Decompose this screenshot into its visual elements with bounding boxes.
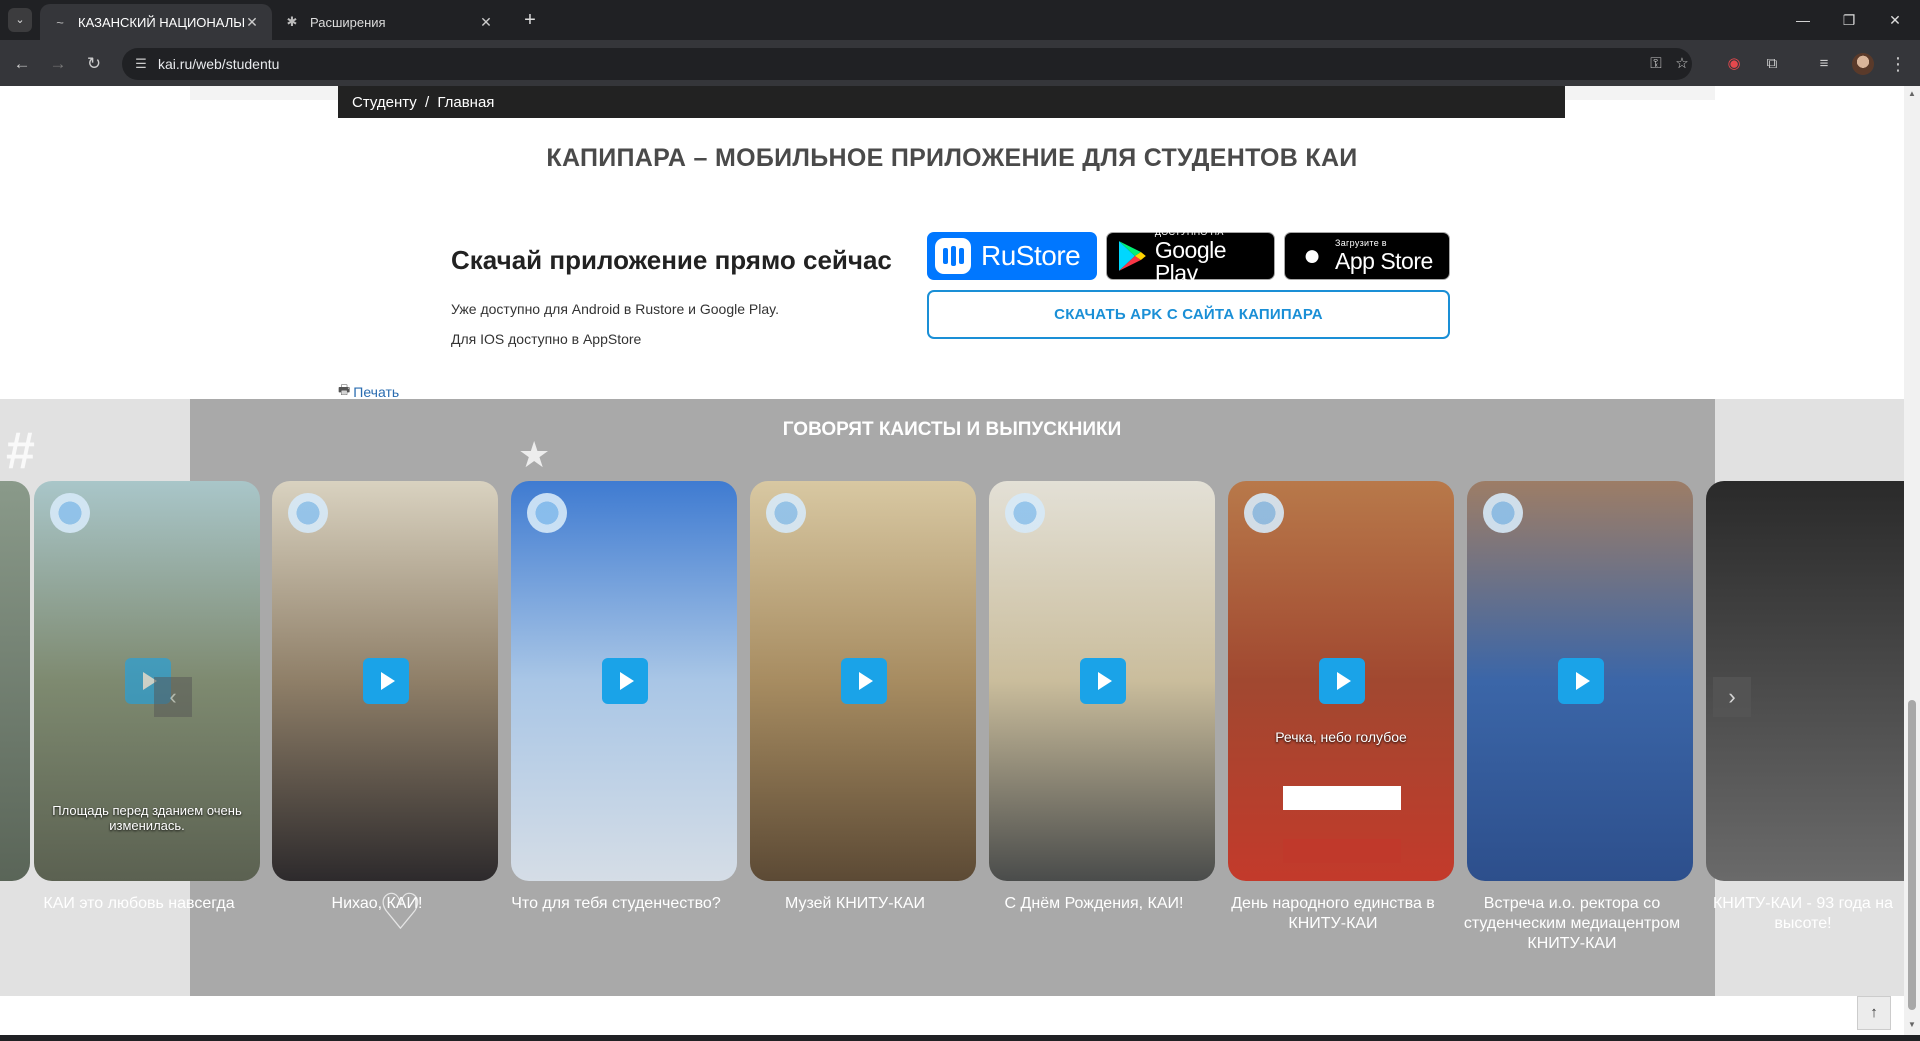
kai-logo-badge-icon [1005, 493, 1045, 533]
video-overlay-text: Площадь перед зданием очень изменилась. [52, 803, 242, 833]
video-card-partial[interactable] [0, 481, 30, 881]
kai-logo-badge-icon [766, 493, 806, 533]
video-card[interactable] [750, 481, 976, 881]
video-caption[interactable]: Встреча и.о. ректора со студенческим мед… [1454, 894, 1690, 954]
video-card[interactable]: Площадь перед зданием очень изменилась. [34, 481, 260, 881]
url-text[interactable]: kai.ru/web/studentu [158, 56, 279, 72]
play-button-icon[interactable] [363, 658, 409, 704]
close-window-button[interactable]: ✕ [1872, 0, 1918, 40]
tab-title: КАЗАНСКИЙ НАЦИОНАЛЬНЫЙ [78, 14, 244, 30]
flag-white-stripe [1283, 786, 1401, 810]
google-play-icon [1118, 241, 1146, 271]
video-caption[interactable]: Музей КНИТУ-КАИ [737, 894, 973, 914]
video-card[interactable] [1467, 481, 1693, 881]
android-availability-text: Уже доступно для Android в Rustore и Goo… [451, 301, 780, 317]
video-caption[interactable]: День народного единства в КНИТУ-КАИ [1215, 894, 1451, 934]
password-key-icon[interactable]: ⚿ [1646, 55, 1666, 73]
site-info-icon[interactable]: ☰ [132, 55, 150, 73]
extension-record-icon[interactable]: ◉ [1720, 50, 1748, 78]
google-play-label: Google Play [1154, 236, 1227, 286]
browser-tab-strip: ⌄ ~ КАЗАНСКИЙ НАЦИОНАЛЬНЫЙ ✕ ✱ Расширени… [0, 0, 1920, 40]
scroll-to-top-button[interactable]: ↑ [1857, 996, 1891, 1030]
tab-kai[interactable]: ~ КАЗАНСКИЙ НАЦИОНАЛЬНЫЙ ✕ [40, 4, 272, 40]
video-card[interactable] [989, 481, 1215, 881]
forward-icon[interactable]: → [44, 50, 72, 78]
media-control-icon[interactable]: ≡ [1810, 50, 1838, 78]
breadcrumb-parent-link[interactable]: Студенту [352, 94, 417, 111]
rustore-logo-icon [935, 238, 971, 274]
bottom-edge [0, 1035, 1920, 1041]
flag-red-stripe [1283, 839, 1401, 863]
video-card[interactable] [272, 481, 498, 881]
puzzle-icon: ✱ [286, 14, 298, 29]
scroll-down-arrow-icon[interactable]: ▼ [1907, 1020, 1917, 1030]
close-tab-icon[interactable]: ✕ [244, 14, 260, 31]
apple-icon: ● [1302, 239, 1322, 272]
download-heading: Скачай приложение прямо сейчас [451, 245, 892, 275]
address-bar[interactable]: ☰ kai.ru/web/studentu ⚿ ☆ [122, 48, 1692, 80]
testimonials-title: ГОВОРЯТ КАИСТЫ И ВЫПУСКНИКИ [782, 419, 1122, 440]
scrollbar-thumb[interactable] [1908, 700, 1916, 1010]
play-button-icon[interactable] [1080, 658, 1126, 704]
restore-button[interactable]: ❐ [1826, 0, 1872, 40]
bookmark-star-icon[interactable]: ☆ [1672, 55, 1692, 73]
app-section-title: КАПИПАРА – МОБИЛЬНОЕ ПРИЛОЖЕНИЕ ДЛЯ СТУД… [546, 144, 1358, 172]
breadcrumb-separator: / [424, 94, 430, 111]
app-store-small-label: Загрузите в [1335, 238, 1387, 248]
play-button-icon[interactable] [841, 658, 887, 704]
play-button-icon[interactable] [1558, 658, 1604, 704]
download-apk-button[interactable]: СКАЧАТЬ APK С САЙТА КАПИПАРА [927, 290, 1450, 339]
minimize-button[interactable]: — [1780, 0, 1826, 40]
kai-favicon-icon: ~ [56, 14, 64, 30]
close-tab-icon[interactable]: ✕ [478, 14, 494, 31]
video-caption[interactable]: Нихао, КАИ! [259, 894, 495, 914]
video-caption[interactable]: КНИТУ-КАИ - 93 года на высоте! [1693, 894, 1904, 934]
video-card[interactable]: Речка, небо голубое [1228, 481, 1454, 881]
scroll-up-arrow-icon[interactable]: ▲ [1907, 89, 1917, 99]
reload-icon[interactable]: ↻ [80, 50, 108, 78]
app-store-label: App Store [1335, 248, 1433, 274]
print-label: Печать [353, 384, 400, 400]
breadcrumb-current: Главная [437, 94, 495, 111]
rustore-label: RuStore [981, 240, 1081, 271]
video-caption[interactable]: Что для тебя студенчество? [498, 894, 734, 914]
video-caption[interactable]: С Днём Рождения, КАИ! [976, 894, 1212, 914]
web-page: Студенту / Главная КАПИПАРА – МОБИЛЬНОЕ … [0, 86, 1904, 1035]
browser-menu-icon[interactable]: ⋮ [1888, 50, 1908, 78]
tab-extensions[interactable]: ✱ Расширения ✕ [272, 4, 506, 40]
extensions-puzzle-icon[interactable]: ⧉ [1758, 50, 1786, 78]
video-overlay-text: Речка, небо голубое [1275, 729, 1407, 745]
slider-next-button[interactable]: › [1713, 677, 1751, 717]
profile-avatar[interactable] [1852, 53, 1874, 75]
testimonials-section: # ★ ♡ ГОВОРЯТ КАИСТЫ И ВЫПУСКНИКИ Площад… [0, 399, 1904, 996]
ios-availability-text: Для IOS доступно в AppStore [451, 331, 642, 347]
play-button-icon[interactable] [1319, 658, 1365, 704]
page-scrollbar[interactable]: ▲ ▼ [1904, 86, 1920, 1035]
back-icon[interactable]: ← [8, 50, 36, 78]
rustore-button[interactable]: RuStore [927, 232, 1097, 280]
play-button-icon[interactable] [602, 658, 648, 704]
kai-logo-badge-icon [1483, 493, 1523, 533]
tab-search-icon[interactable]: ⌄ [8, 8, 32, 32]
kai-logo-badge-icon [527, 493, 567, 533]
new-tab-button[interactable]: + [518, 8, 542, 32]
google-play-button[interactable]: ДОСТУПНО НА Google Play [1106, 227, 1275, 284]
kai-logo-badge-icon [1244, 493, 1284, 533]
google-play-small-label: ДОСТУПНО НА [1154, 226, 1224, 237]
kai-logo-badge-icon [50, 493, 90, 533]
video-caption[interactable]: КАИ это любовь навсегда [21, 894, 257, 914]
tab-title: Расширения [310, 14, 386, 30]
kai-logo-badge-icon [288, 493, 328, 533]
app-store-button[interactable]: ● Загрузите в App Store [1284, 232, 1450, 280]
breadcrumb: Студенту / Главная [338, 86, 1565, 118]
video-card[interactable] [511, 481, 737, 881]
slider-prev-button[interactable]: ‹ [154, 677, 192, 717]
